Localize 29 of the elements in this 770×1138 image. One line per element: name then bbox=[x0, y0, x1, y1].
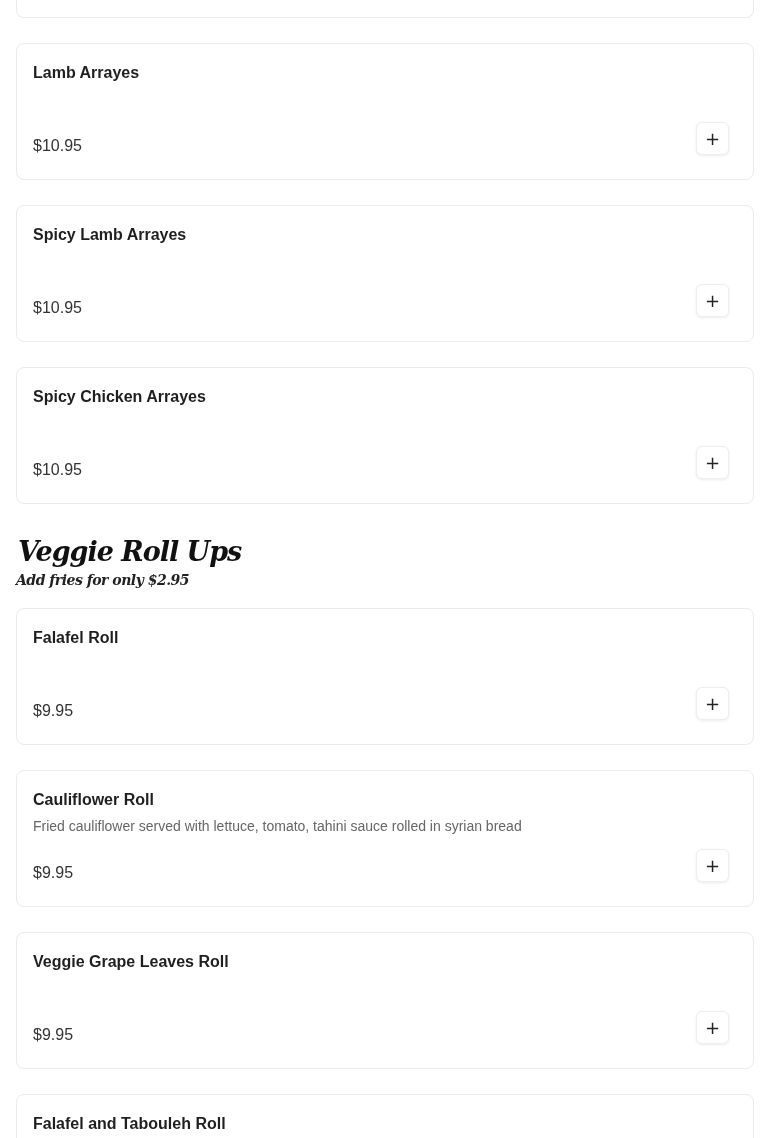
section-title: Veggie Roll Ups bbox=[17, 535, 243, 569]
menu-item-card[interactable]: Lamb Arrayes $10.95 + bbox=[16, 43, 754, 180]
menu-item-card[interactable]: Falafel and Tabouleh Roll bbox=[16, 1094, 754, 1138]
item-price: $9.95 bbox=[33, 863, 74, 883]
add-button[interactable]: + bbox=[696, 687, 729, 720]
menu-item-card[interactable]: Falafel Roll $9.95 + bbox=[16, 608, 754, 745]
item-name: Falafel and Tabouleh Roll bbox=[33, 1114, 227, 1134]
add-button[interactable]: + bbox=[696, 446, 729, 479]
item-name: Spicy Lamb Arrayes bbox=[33, 225, 188, 245]
item-price: $10.95 bbox=[33, 136, 82, 156]
item-name: Falafel Roll bbox=[33, 628, 120, 648]
add-button[interactable]: + bbox=[696, 849, 729, 882]
item-name: Lamb Arrayes bbox=[33, 63, 141, 83]
item-name: Cauliflower Roll bbox=[33, 790, 155, 810]
item-name: Veggie Grape Leaves Roll bbox=[33, 952, 230, 972]
item-price: $10.95 bbox=[33, 298, 82, 318]
add-button[interactable]: + bbox=[696, 1011, 729, 1044]
item-price: $9.95 bbox=[33, 1025, 74, 1045]
menu-item-card[interactable]: Spicy Lamb Arrayes $10.95 + bbox=[16, 205, 754, 342]
add-button[interactable]: + bbox=[696, 122, 729, 155]
item-description: Fried cauliflower served with lettuce, tomato, tahini sauce rolled in syrian bread bbox=[33, 817, 523, 835]
item-price: $9.95 bbox=[33, 701, 74, 721]
menu-item-card[interactable]: Veggie Grape Leaves Roll $9.95 + bbox=[16, 932, 754, 1069]
add-button[interactable]: + bbox=[696, 284, 729, 317]
menu-item-card[interactable]: Spicy Chicken Arrayes $10.95 + bbox=[16, 367, 754, 504]
menu-item-card[interactable]: Cauliflower Roll Fried cauliflower served with lettuce, tomato, tahini sauce rolled in syrian bread $9.95 + bbox=[16, 770, 754, 907]
item-price: $10.95 bbox=[33, 460, 82, 480]
item-name: Spicy Chicken Arrayes bbox=[33, 387, 207, 407]
section-subtitle: Add fries for only $2.95 bbox=[16, 571, 190, 590]
